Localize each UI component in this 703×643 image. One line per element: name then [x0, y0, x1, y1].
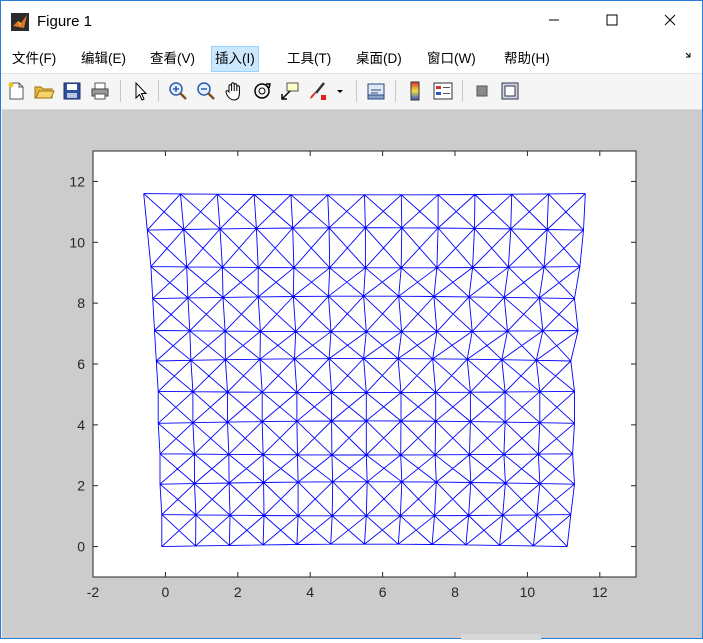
menu-tools[interactable]: 工具(T)	[284, 47, 334, 71]
zoom-out-icon[interactable]	[195, 80, 217, 102]
plot-svg: -2 0 2 4 6 8 10 12 0 2 4 6 8 10 12	[69, 150, 637, 600]
maximize-button[interactable]	[589, 1, 635, 43]
show-plot-tools-icon[interactable]	[499, 80, 521, 102]
menu-file[interactable]: 文件(F)	[9, 47, 59, 71]
window-title: Figure 1	[37, 13, 93, 30]
zoom-in-icon[interactable]	[167, 80, 189, 102]
menu-bar: 文件(F) 编辑(E) 查看(V) 插入(I) 工具(T) 桌面(D) 窗口(W…	[1, 43, 702, 73]
y-tick-label: 2	[77, 478, 85, 494]
y-tick-label: 8	[77, 295, 85, 311]
x-tick-label: 8	[451, 584, 459, 600]
menu-insert[interactable]: 插入(I)	[211, 46, 259, 72]
chevron-down-icon[interactable]	[333, 80, 347, 102]
legend-icon[interactable]	[432, 80, 454, 102]
pointer-icon[interactable]	[129, 80, 151, 102]
chevron-right-icon[interactable]	[684, 51, 694, 64]
rotate-3d-icon[interactable]	[251, 80, 273, 102]
close-button[interactable]	[647, 1, 693, 43]
title-bar[interactable]: Figure 1	[1, 1, 702, 43]
open-file-icon[interactable]	[33, 80, 55, 102]
data-cursor-icon[interactable]	[279, 80, 301, 102]
toolbar-separator	[395, 80, 396, 102]
x-tick-label: -2	[87, 584, 100, 600]
close-icon	[664, 13, 676, 31]
toolbar-separator	[356, 80, 357, 102]
toolbar-separator	[120, 80, 121, 102]
x-tick-label: 0	[162, 584, 170, 600]
minimize-button[interactable]	[531, 1, 577, 43]
figure-toolbar	[1, 73, 702, 110]
menu-desktop[interactable]: 桌面(D)	[353, 47, 405, 71]
x-tick-label: 6	[379, 584, 387, 600]
figure-window: Figure 1 文件(F) 编辑(E) 查看(V) 插入(I) 工具(T) 桌…	[0, 0, 703, 640]
save-icon[interactable]	[61, 80, 83, 102]
x-tick-label: 4	[306, 584, 314, 600]
axes-box[interactable]	[92, 150, 637, 578]
minimize-icon	[548, 13, 560, 31]
y-tick-label: 4	[77, 417, 85, 433]
menu-view[interactable]: 查看(V)	[147, 47, 198, 71]
matlab-icon	[11, 13, 29, 31]
menu-help[interactable]: 帮助(H)	[501, 47, 553, 71]
y-tick-label: 12	[69, 173, 85, 189]
menu-edit[interactable]: 编辑(E)	[78, 47, 129, 71]
y-tick-label: 10	[69, 234, 85, 250]
y-tick-label: 6	[77, 356, 85, 372]
toolbar-separator	[158, 80, 159, 102]
x-tick-label: 10	[520, 584, 536, 600]
new-figure-icon[interactable]	[5, 80, 27, 102]
maximize-icon	[606, 13, 618, 31]
pan-icon[interactable]	[223, 80, 245, 102]
hide-plot-tools-icon[interactable]	[471, 80, 493, 102]
y-tick-label: 0	[77, 539, 85, 555]
toolbar-separator	[462, 80, 463, 102]
status-strip	[461, 634, 541, 640]
print-icon[interactable]	[89, 80, 111, 102]
x-tick-label: 2	[234, 584, 242, 600]
colorbar-icon[interactable]	[404, 80, 426, 102]
x-tick-label: 12	[592, 584, 608, 600]
menu-window[interactable]: 窗口(W)	[424, 47, 479, 71]
brush-icon[interactable]	[307, 80, 329, 102]
figure-canvas[interactable]: -2 0 2 4 6 8 10 12 0 2 4 6 8 10 12	[2, 110, 702, 638]
link-plot-icon[interactable]	[365, 80, 387, 102]
